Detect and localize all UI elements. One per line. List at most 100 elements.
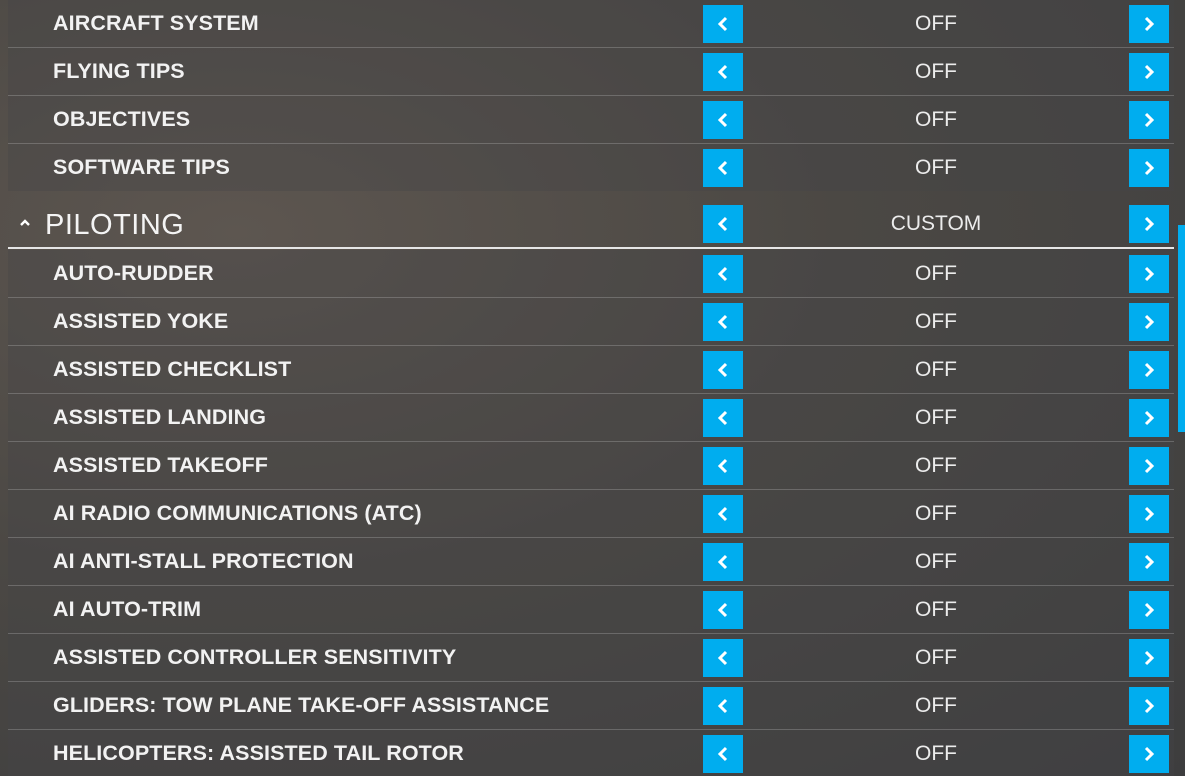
setting-row-assisted-takeoff: ASSISTED TAKEOFF OFF [8,442,1174,490]
setting-value: OFF [915,262,957,285]
chevron-left-icon [717,458,729,474]
setting-label: ASSISTED CONTROLLER SENSITIVITY [53,645,457,669]
chevron-right-icon [1143,650,1155,666]
chevron-left-icon [717,506,729,522]
chevron-right-icon [1143,602,1155,618]
next-option-button[interactable] [1129,351,1169,389]
chevron-left-icon [717,64,729,80]
setting-label: ASSISTED TAKEOFF [53,453,269,477]
chevron-right-icon [1143,160,1155,176]
previous-option-button[interactable] [703,149,743,187]
previous-option-button[interactable] [703,495,743,533]
setting-row-ai-auto-trim: AI AUTO-TRIM OFF [8,586,1174,634]
section-title: PILOTING [45,209,185,241]
next-option-button[interactable] [1129,687,1169,725]
setting-value: OFF [915,406,957,429]
setting-value: OFF [915,742,957,765]
previous-option-button[interactable] [703,543,743,581]
setting-value: OFF [915,156,957,179]
next-option-button[interactable] [1129,149,1169,187]
setting-value: OFF [915,12,957,35]
previous-option-button[interactable] [703,591,743,629]
assistance-settings-panel: AIRCRAFT SYSTEM OFF FLYING TIPS OFF OBJE… [8,0,1174,776]
previous-option-button[interactable] [703,687,743,725]
chevron-left-icon [717,602,729,618]
previous-preset-button[interactable] [703,205,743,243]
setting-label: AUTO-RUDDER [53,261,214,285]
setting-row-helicopters-tail-rotor: HELICOPTERS: ASSISTED TAIL ROTOR OFF [8,730,1174,776]
setting-value: OFF [915,502,957,525]
chevron-left-icon [717,554,729,570]
notifications-group: AIRCRAFT SYSTEM OFF FLYING TIPS OFF OBJE… [8,0,1174,191]
next-option-button[interactable] [1129,735,1169,773]
caret-up-icon[interactable] [18,215,32,229]
next-option-button[interactable] [1129,447,1169,485]
chevron-right-icon [1143,266,1155,282]
previous-option-button[interactable] [703,53,743,91]
chevron-left-icon [717,698,729,714]
previous-option-button[interactable] [703,303,743,341]
setting-label: FLYING TIPS [53,59,185,83]
chevron-right-icon [1143,746,1155,762]
next-option-button[interactable] [1129,591,1169,629]
next-option-button[interactable] [1129,5,1169,43]
setting-label: ASSISTED YOKE [53,309,229,333]
chevron-right-icon [1143,410,1155,426]
setting-value: OFF [915,598,957,621]
previous-option-button[interactable] [703,735,743,773]
chevron-right-icon [1143,64,1155,80]
next-option-button[interactable] [1129,399,1169,437]
scrollbar-thumb[interactable] [1178,225,1185,432]
next-option-button[interactable] [1129,303,1169,341]
piloting-group: AUTO-RUDDER OFF ASSISTED YOKE OFF ASSIST… [8,250,1174,776]
setting-label: AIRCRAFT SYSTEM [53,11,259,35]
chevron-left-icon [717,314,729,330]
setting-row-software-tips: SOFTWARE TIPS OFF [8,144,1174,191]
chevron-right-icon [1143,458,1155,474]
setting-row-ai-radio-communications: AI RADIO COMMUNICATIONS (ATC) OFF [8,490,1174,538]
setting-row-aircraft-system: AIRCRAFT SYSTEM OFF [8,0,1174,48]
previous-option-button[interactable] [703,399,743,437]
setting-label: HELICOPTERS: ASSISTED TAIL ROTOR [53,741,464,765]
previous-option-button[interactable] [703,639,743,677]
chevron-left-icon [717,16,729,32]
chevron-right-icon [1143,698,1155,714]
chevron-right-icon [1143,362,1155,378]
next-preset-button[interactable] [1129,205,1169,243]
setting-label: OBJECTIVES [53,107,191,131]
next-option-button[interactable] [1129,255,1169,293]
chevron-left-icon [717,650,729,666]
next-option-button[interactable] [1129,543,1169,581]
setting-value: OFF [915,358,957,381]
previous-option-button[interactable] [703,351,743,389]
previous-option-button[interactable] [703,5,743,43]
setting-label: AI AUTO-TRIM [53,597,202,621]
preset-value: CUSTOM [890,212,982,235]
previous-option-button[interactable] [703,255,743,293]
setting-row-auto-rudder: AUTO-RUDDER OFF [8,250,1174,298]
setting-label: AI RADIO COMMUNICATIONS (ATC) [53,501,422,525]
setting-value: OFF [915,646,957,669]
next-option-button[interactable] [1129,495,1169,533]
setting-row-assisted-controller-sensitivity: ASSISTED CONTROLLER SENSITIVITY OFF [8,634,1174,682]
next-option-button[interactable] [1129,639,1169,677]
piloting-section-header[interactable]: PILOTING CUSTOM [8,199,1174,249]
next-option-button[interactable] [1129,53,1169,91]
next-option-button[interactable] [1129,101,1169,139]
setting-label: SOFTWARE TIPS [53,155,230,179]
setting-row-objectives: OBJECTIVES OFF [8,96,1174,144]
previous-option-button[interactable] [703,447,743,485]
setting-row-flying-tips: FLYING TIPS OFF [8,48,1174,96]
setting-row-assisted-checklist: ASSISTED CHECKLIST OFF [8,346,1174,394]
chevron-right-icon [1143,16,1155,32]
setting-value: OFF [915,108,957,131]
chevron-left-icon [717,746,729,762]
chevron-right-icon [1143,112,1155,128]
chevron-left-icon [717,216,729,232]
chevron-right-icon [1143,314,1155,330]
setting-value: OFF [915,694,957,717]
setting-label: GLIDERS: TOW PLANE TAKE-OFF ASSISTANCE [53,693,550,717]
previous-option-button[interactable] [703,101,743,139]
chevron-left-icon [717,112,729,128]
chevron-right-icon [1143,554,1155,570]
